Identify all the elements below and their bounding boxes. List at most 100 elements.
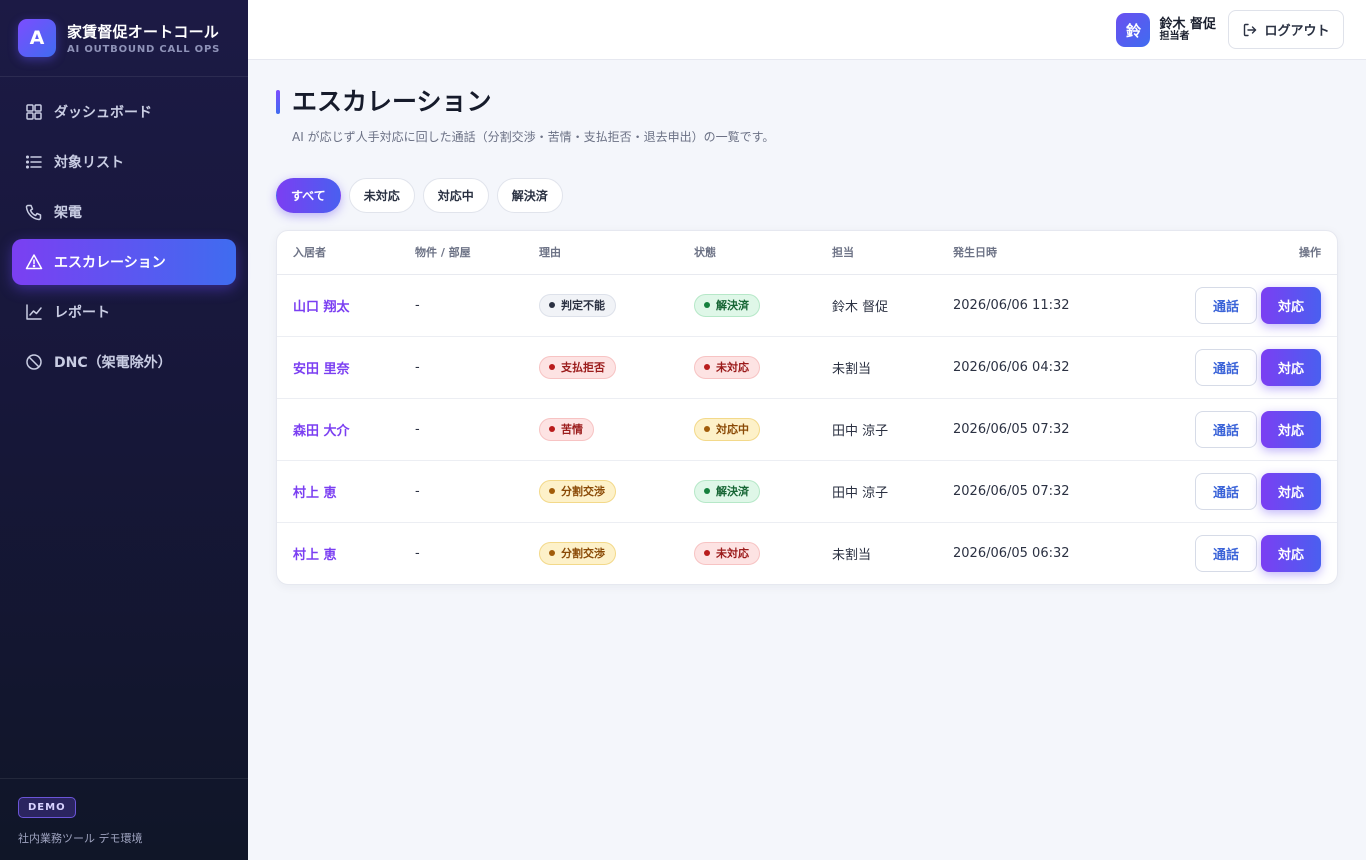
assignee-cell: 田中 涼子 [832, 460, 953, 523]
sidebar-item-label: ダッシュボード [54, 105, 152, 121]
status-text: 解決済 [716, 299, 749, 312]
avatar: 鈴 [1116, 13, 1151, 47]
datetime-cell: 2026/06/05 07:32 [953, 460, 1163, 523]
table-row: 山口 翔太 - 判定不能 解決済 鈴木 督促 2026/06/06 11:32 … [277, 274, 1337, 337]
property-cell: - [415, 336, 539, 399]
filter-resolved[interactable]: 解決済 [496, 178, 563, 213]
status-badge: 解決済 [694, 479, 760, 503]
call-button[interactable]: 通話 [1195, 286, 1257, 324]
property-cell: - [415, 398, 539, 461]
page-title: エスカレーション [292, 87, 492, 116]
column-header-status: 状態 [694, 231, 832, 275]
reason-badge: 苦情 [539, 417, 594, 441]
status-filters: すべて 未対応 対応中 解決済 [276, 178, 1338, 213]
brand-subtitle: AI OUTBOUND CALL OPS [67, 44, 221, 55]
table-header-row: 入居者 物件 / 部屋 理由 状態 担当 発生日時 操作 [277, 231, 1337, 275]
sidebar-item-dnc[interactable]: DNC（架電除外） [12, 339, 236, 385]
handle-button[interactable]: 対応 [1261, 472, 1321, 510]
column-header-tenant: 入居者 [277, 231, 415, 275]
handle-button[interactable]: 対応 [1261, 286, 1321, 324]
main-content: エスカレーション AI が応じず人手対応に回した通話（分割交渉・苦情・支払拒否・… [276, 60, 1338, 585]
filter-in-progress[interactable]: 対応中 [422, 178, 489, 213]
dashboard-icon [25, 103, 43, 121]
user-profile: 鈴 鈴木 督促 担当者 [1116, 13, 1216, 47]
reason-badge: 支払拒否 [539, 355, 616, 379]
handle-button[interactable]: 対応 [1261, 410, 1321, 448]
reason-badge: 分割交渉 [539, 541, 616, 565]
page-header: エスカレーション AI が応じず人手対応に回した通話（分割交渉・苦情・支払拒否・… [276, 88, 1338, 145]
datetime-cell: 2026/06/06 04:32 [953, 336, 1163, 399]
datetime-cell: 2026/06/06 11:32 [953, 274, 1163, 337]
status-badge: 解決済 [694, 293, 760, 317]
property-cell: - [415, 545, 420, 561]
user-role: 担当者 [1159, 30, 1190, 42]
column-header-reason: 理由 [539, 231, 694, 275]
assignee-cell: 未割当 [832, 547, 872, 563]
sidebar-item-label: 対象リスト [54, 155, 124, 171]
column-header-actions: 操作 [1163, 231, 1337, 275]
column-header-assignee: 担当 [832, 231, 953, 275]
table-row: 森田 大介 - 苦情 対応中 田中 涼子 2026/06/05 07:32 通話… [277, 398, 1337, 461]
status-badge: 対応中 [694, 417, 760, 441]
assignee-cell: 田中 涼子 [832, 398, 953, 461]
filter-all[interactable]: すべて [276, 178, 341, 213]
call-button[interactable]: 通話 [1195, 410, 1257, 448]
sidebar-item-report[interactable]: レポート [12, 289, 236, 335]
brand-text: 家賃督促オートコール AI OUTBOUND CALL OPS [67, 21, 220, 55]
chart-line-icon [25, 303, 43, 321]
status-text: 未対応 [716, 361, 749, 374]
tenant-link[interactable]: 村上 恵 [293, 548, 337, 563]
datetime-cell: 2026/06/05 07:32 [953, 398, 1163, 461]
handle-button[interactable]: 対応 [1261, 534, 1321, 572]
escalation-table-card: 入居者 物件 / 部屋 理由 状態 担当 発生日時 操作 山口 翔太 - 判定不… [276, 230, 1338, 585]
sidebar-item-label: DNC（架電除外） [54, 355, 172, 371]
tenant-link[interactable]: 山口 翔太 [293, 300, 350, 315]
column-header-datetime: 発生日時 [953, 231, 1163, 275]
column-header-property: 物件 / 部屋 [415, 231, 539, 275]
sidebar-item-label: レポート [54, 305, 110, 321]
assignee-cell: 鈴木 督促 [832, 274, 953, 337]
reason-text: 苦情 [561, 423, 583, 436]
tenant-link[interactable]: 安田 里奈 [293, 362, 350, 377]
user-info: 鈴木 督促 担当者 [1159, 18, 1216, 42]
reason-text: 分割交渉 [561, 547, 605, 561]
property-cell: - [415, 460, 539, 523]
user-name: 鈴木 督促 [1159, 16, 1216, 32]
sidebar-item-label: エスカレーション [54, 255, 166, 271]
list-icon [25, 153, 43, 171]
sidebar-item-dashboard[interactable]: ダッシュボード [12, 89, 236, 135]
sidebar-item-escalation[interactable]: エスカレーション [12, 239, 236, 285]
status-badge: 未対応 [694, 541, 760, 565]
call-button[interactable]: 通話 [1195, 348, 1257, 386]
sidebar-item-label: 架電 [54, 205, 82, 221]
sidebar-nav: ダッシュボード 対象リスト 架電 エスカレーション レポート DNC（架電除外） [0, 77, 248, 385]
phone-icon [25, 203, 43, 221]
handle-button[interactable]: 対応 [1261, 348, 1321, 386]
filter-open[interactable]: 未対応 [348, 178, 415, 213]
logout-button[interactable]: ログアウト [1228, 10, 1344, 49]
status-text: 対応中 [716, 423, 749, 436]
table-row: 安田 里奈 - 支払拒否 未対応 未割当 2026/06/06 04:32 通話… [277, 336, 1337, 399]
tenant-link[interactable]: 村上 恵 [293, 486, 337, 501]
call-button[interactable]: 通話 [1195, 472, 1257, 510]
sidebar-item-target-list[interactable]: 対象リスト [12, 139, 236, 185]
property-cell: - [415, 274, 539, 337]
table-row: 村上 恵 - 分割交渉 解決済 田中 涼子 2026/06/05 07:32 通… [277, 460, 1337, 523]
reason-text: 判定不能 [561, 299, 605, 312]
logout-label: ログアウト [1264, 24, 1330, 39]
table-row: 村上 恵 - 分割交渉 未対応 未割当 2026/06/05 06:32 通話対… [277, 522, 1337, 584]
escalation-table: 入居者 物件 / 部屋 理由 状態 担当 発生日時 操作 山口 翔太 - 判定不… [277, 231, 1337, 584]
status-text: 解決済 [716, 485, 749, 498]
call-button[interactable]: 通話 [1195, 534, 1257, 572]
tenant-link[interactable]: 森田 大介 [293, 424, 350, 439]
assignee-cell: 未割当 [832, 336, 953, 399]
status-text: 未対応 [716, 547, 749, 561]
logout-icon [1244, 23, 1257, 36]
reason-badge: 判定不能 [539, 293, 616, 317]
sidebar-item-calling[interactable]: 架電 [12, 189, 236, 235]
datetime-cell: 2026/06/05 06:32 [953, 545, 1070, 561]
status-badge: 未対応 [694, 355, 760, 379]
alert-triangle-icon [25, 253, 43, 271]
sidebar-footer: DEMO 社内業務ツール デモ環境 [0, 778, 248, 860]
title-accent-bar [276, 90, 280, 114]
